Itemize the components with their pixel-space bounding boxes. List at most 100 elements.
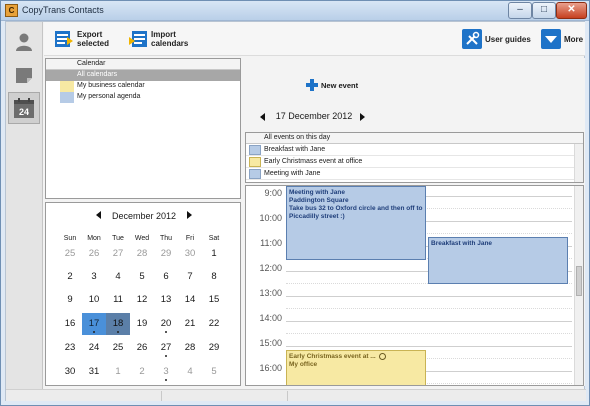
export-selected-button[interactable]: Export selected: [54, 26, 109, 52]
calendar-day[interactable]: 2: [58, 266, 82, 288]
minimize-button[interactable]: –: [508, 2, 532, 19]
new-event-label: New event: [321, 80, 359, 90]
maximize-button[interactable]: □: [532, 2, 556, 19]
event-indicator-dot: [165, 331, 167, 333]
export-icon: [54, 29, 74, 49]
next-month-arrow-icon[interactable]: [187, 211, 192, 219]
event-label: Breakfast with Jane: [264, 146, 326, 153]
prev-day-arrow-icon[interactable]: [260, 113, 265, 121]
import-calendars-button[interactable]: Import calendars: [128, 26, 188, 52]
calendar-day[interactable]: 17: [82, 313, 106, 335]
calendar-day[interactable]: 4: [106, 266, 130, 288]
export-label: Export selected: [77, 30, 110, 48]
weekday-header: Thu: [159, 235, 173, 242]
half-hour-line: [286, 308, 572, 309]
calendar-day[interactable]: 12: [130, 289, 154, 311]
calendar-day[interactable]: 3: [154, 361, 178, 383]
sidebar-item-contacts[interactable]: [8, 26, 40, 58]
calendar-day[interactable]: 26: [82, 243, 106, 265]
day-timeline[interactable]: 9:00 10:00 11:00 12:00 13:00 14:00 15:00 16:00 …: [245, 185, 584, 386]
calendar-day[interactable]: 20: [154, 313, 178, 335]
title-bar[interactable]: C CopyTrans Contacts – □ ✕: [1, 1, 589, 21]
event-breakfast-with-jane[interactable]: Breakfast with Jane: [428, 237, 568, 284]
hour-line: [286, 296, 572, 297]
calendar-day[interactable]: 25: [106, 337, 130, 359]
event-title: Early Christmass event at ...: [289, 353, 376, 361]
calendar-day[interactable]: 11: [106, 289, 130, 311]
calendar-item-all[interactable]: All calendars: [46, 70, 240, 81]
calendar-day[interactable]: 10: [82, 289, 106, 311]
calendar-day[interactable]: 15: [202, 289, 226, 311]
event-early-christmas[interactable]: Early Christmass event at ... My office: [286, 350, 426, 385]
event-line: Meeting with Jane: [289, 189, 345, 196]
more-button[interactable]: More: [541, 26, 583, 52]
calendar-day[interactable]: 3: [82, 266, 106, 288]
calendar-day[interactable]: 5: [202, 361, 226, 383]
day-title: 17 December 2012: [275, 111, 353, 121]
user-guides-button[interactable]: User guides: [462, 26, 531, 52]
prev-month-arrow-icon[interactable]: [96, 211, 101, 219]
calendar-day[interactable]: 21: [178, 313, 202, 335]
list-item[interactable]: Meeting with Jane: [246, 168, 583, 180]
all-day-header: All events on this day: [246, 133, 583, 144]
calendar-list: Calendar All calendars My business calen…: [45, 58, 241, 199]
calendar-day[interactable]: 25: [58, 243, 82, 265]
close-button[interactable]: ✕: [556, 2, 587, 19]
calendar-day[interactable]: 4: [178, 361, 202, 383]
calendar-day[interactable]: 1: [202, 243, 226, 265]
calendar-color-swatch: [60, 70, 74, 81]
event-color-swatch: [249, 169, 261, 179]
calendar-day[interactable]: 8: [202, 266, 226, 288]
calendar-day[interactable]: 13: [154, 289, 178, 311]
calendar-item-personal[interactable]: My personal agenda: [46, 92, 240, 103]
status-bar: [6, 389, 586, 401]
calendar-list-header: Calendar: [46, 59, 240, 70]
calendar-day[interactable]: 27: [154, 337, 178, 359]
sidebar: 24: [6, 22, 43, 389]
calendar-day[interactable]: 5: [130, 266, 154, 288]
calendar-day[interactable]: 28: [178, 337, 202, 359]
calendar-item-business[interactable]: My business calendar: [46, 81, 240, 92]
calendar-day[interactable]: 29: [154, 243, 178, 265]
calendar-day[interactable]: 31: [82, 361, 106, 383]
calendar-day[interactable]: 16: [58, 313, 82, 335]
all-day-scrollbar[interactable]: [574, 144, 583, 182]
event-indicator-dot: [117, 331, 119, 333]
calendar-day[interactable]: 30: [178, 243, 202, 265]
sidebar-item-calendar[interactable]: 24: [8, 92, 40, 124]
clock-icon: [378, 353, 386, 360]
calendar-day[interactable]: 26: [130, 337, 154, 359]
calendar-day[interactable]: 18: [106, 313, 130, 335]
calendar-day[interactable]: 7: [178, 266, 202, 288]
day-view: New event 17 December 2012 All events on…: [244, 58, 585, 386]
hour-line: [286, 346, 572, 347]
hour-label: 10:00: [259, 213, 282, 223]
calendar-badge: 24: [19, 107, 29, 117]
calendar-day[interactable]: 14: [178, 289, 202, 311]
half-hour-line: [286, 333, 572, 334]
calendar-day[interactable]: 29: [202, 337, 226, 359]
hour-label: 15:00: [259, 338, 282, 348]
more-label: More: [564, 34, 584, 44]
calendar-day[interactable]: 2: [130, 361, 154, 383]
sidebar-item-notes[interactable]: [8, 59, 40, 91]
timeline-scrollbar[interactable]: [574, 186, 583, 385]
next-day-arrow-icon[interactable]: [360, 113, 365, 121]
calendar-day[interactable]: 22: [202, 313, 226, 335]
calendar-day[interactable]: 24: [82, 337, 106, 359]
scrollbar-thumb[interactable]: [576, 266, 582, 296]
new-event-button[interactable]: New event: [306, 79, 358, 91]
calendar-day[interactable]: 6: [154, 266, 178, 288]
weekday-header: Mon: [87, 235, 101, 242]
calendar-day[interactable]: 19: [130, 313, 154, 335]
calendar-day[interactable]: 30: [58, 361, 82, 383]
calendar-day[interactable]: 1: [106, 361, 130, 383]
event-meeting-with-jane[interactable]: Meeting with Jane Paddington Square Take…: [286, 186, 426, 260]
calendar-day[interactable]: 27: [106, 243, 130, 265]
calendar-day[interactable]: 28: [130, 243, 154, 265]
event-line: Piccadilly street :): [289, 213, 345, 220]
list-item[interactable]: Early Christmass event at office: [246, 156, 583, 168]
calendar-day[interactable]: 23: [58, 337, 82, 359]
list-item[interactable]: Breakfast with Jane: [246, 144, 583, 156]
calendar-day[interactable]: 9: [58, 289, 82, 311]
